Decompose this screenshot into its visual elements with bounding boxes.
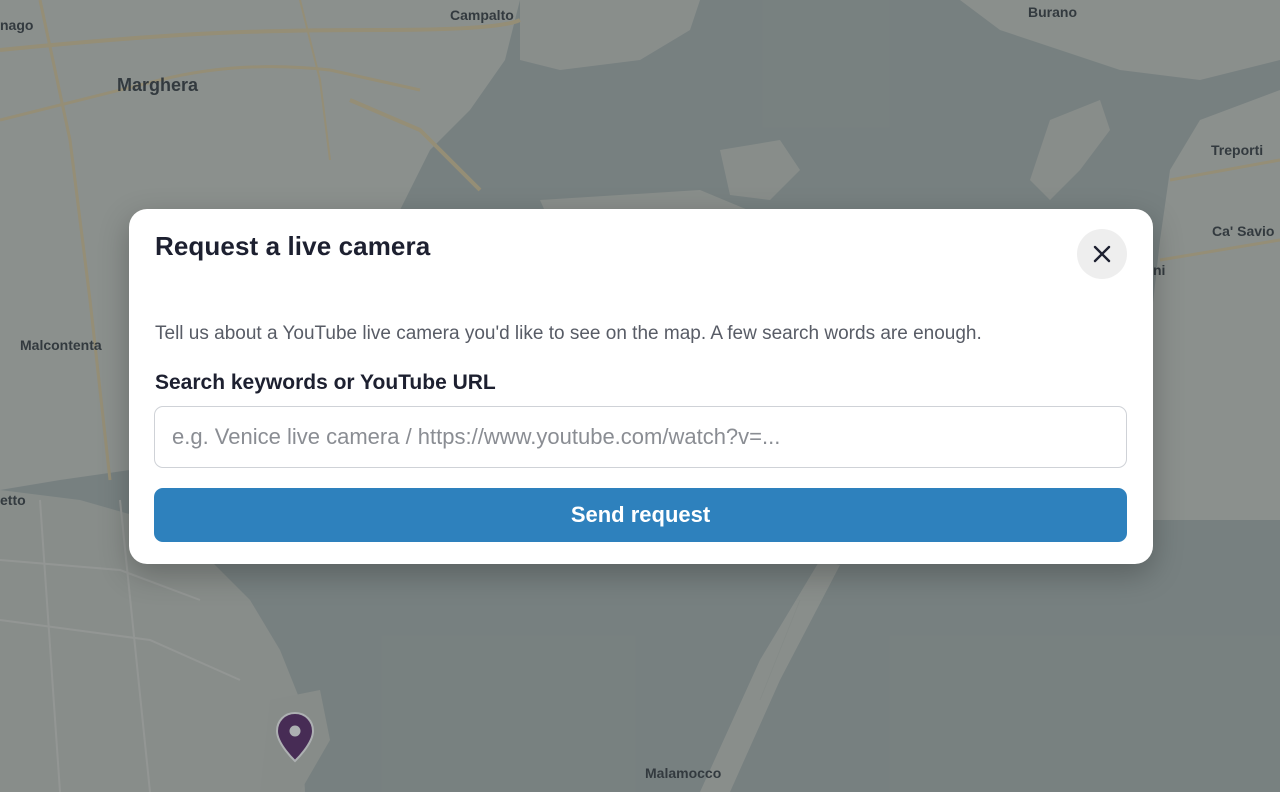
dialog-description: Tell us about a YouTube live camera you'… (155, 323, 982, 344)
send-request-button[interactable]: Send request (154, 488, 1127, 542)
close-button[interactable] (1077, 229, 1127, 279)
search-field-label: Search keywords or YouTube URL (155, 371, 496, 394)
search-keywords-input[interactable] (154, 406, 1127, 468)
close-icon (1093, 245, 1111, 263)
app-frame: nago Campalto Burano Marghera Treporti C… (0, 0, 1280, 792)
dialog-title: Request a live camera (155, 231, 431, 261)
request-camera-dialog: Request a live camera Tell us about a Yo… (129, 209, 1153, 564)
